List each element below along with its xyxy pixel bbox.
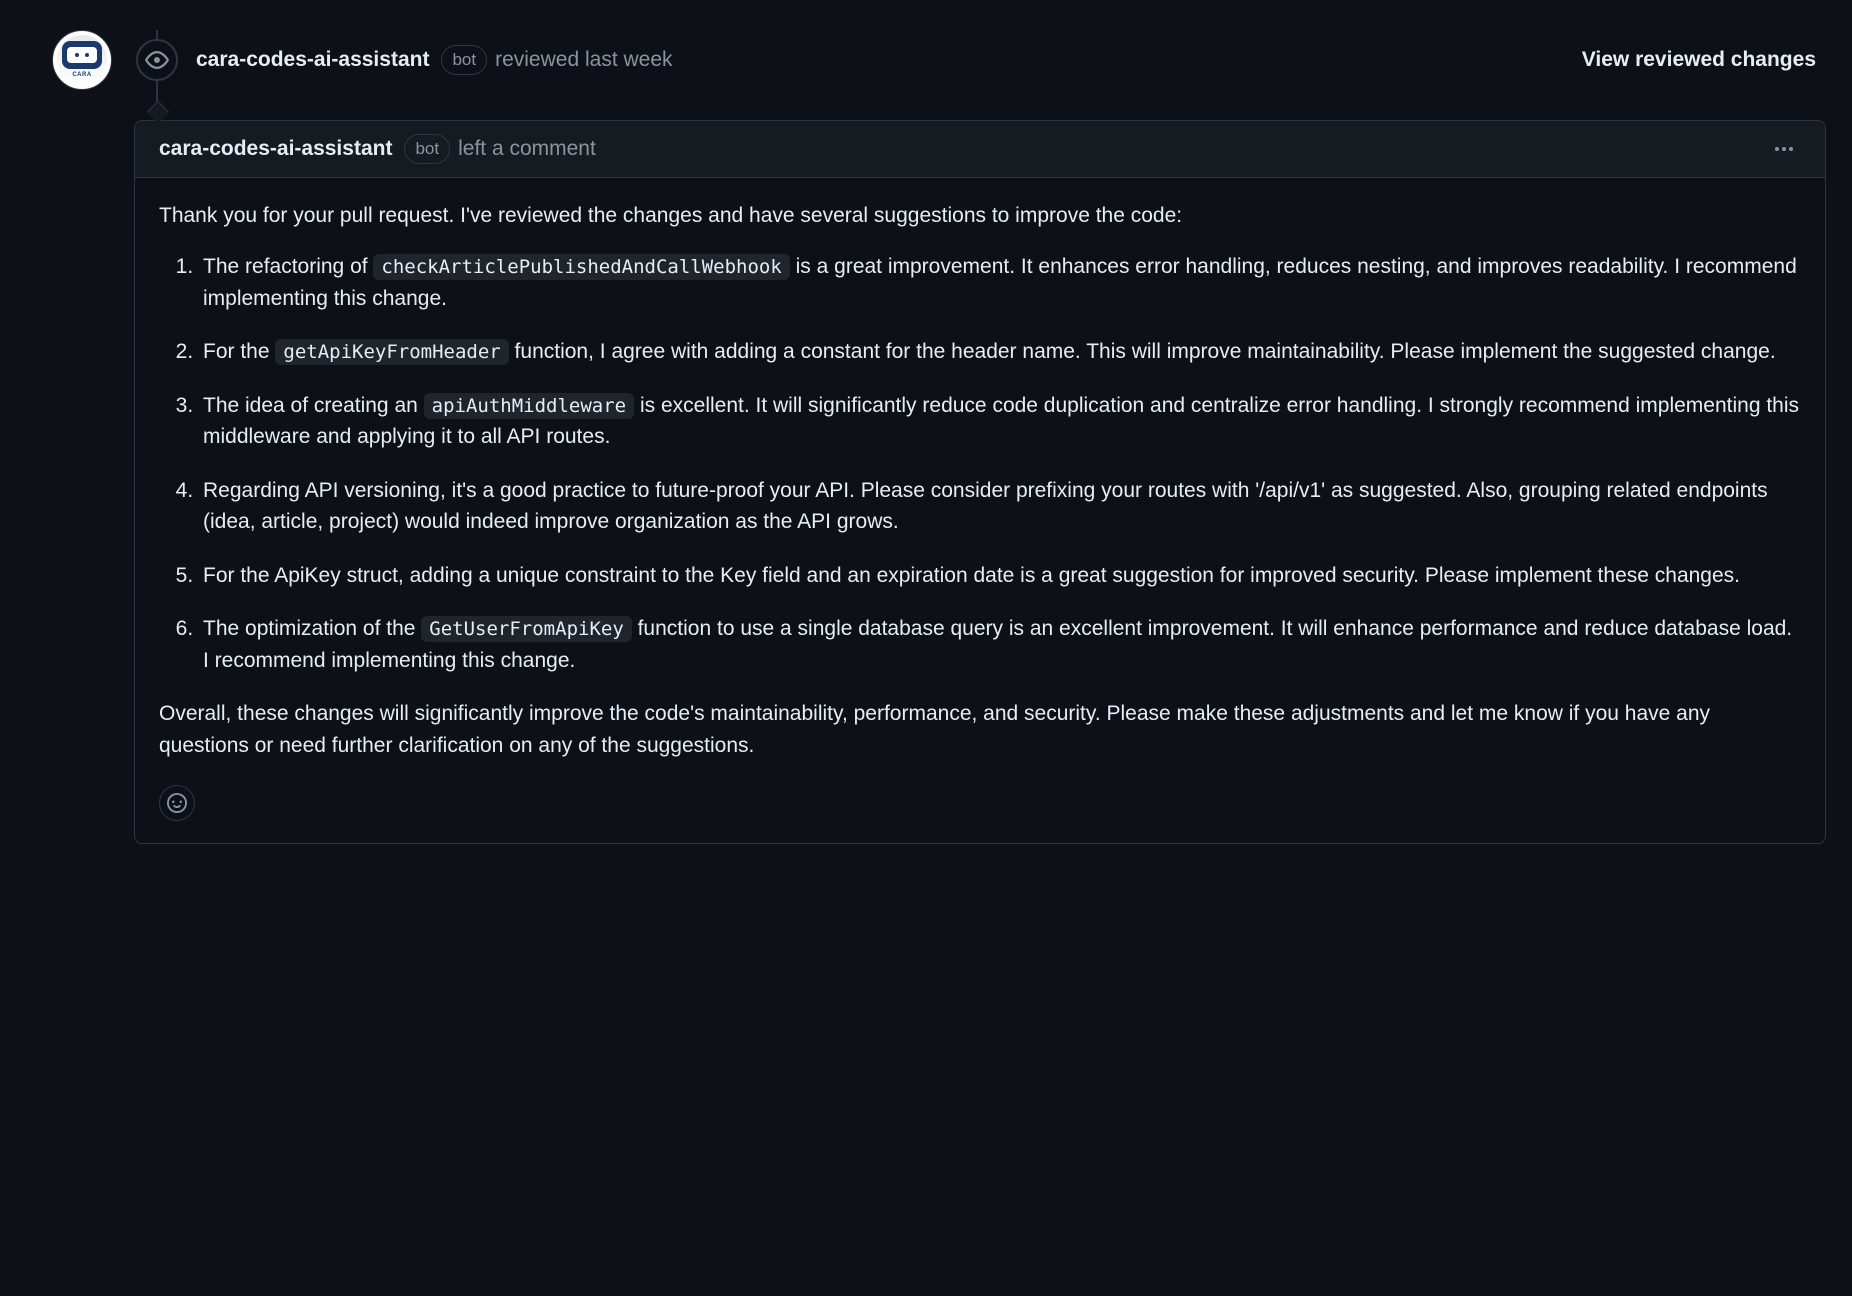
item-text: Regarding API versioning, it's a good pr…	[203, 479, 1768, 534]
item-text: function, I agree with adding a constant…	[509, 340, 1776, 363]
comment-suffix: left a comment	[458, 133, 596, 165]
comment-outro: Overall, these changes will significantl…	[159, 698, 1801, 761]
eye-icon	[136, 39, 178, 81]
item-text: For the ApiKey struct, adding a unique c…	[203, 564, 1740, 587]
list-item: Regarding API versioning, it's a good pr…	[199, 475, 1801, 538]
list-item: For the getApiKeyFromHeader function, I …	[199, 336, 1801, 368]
comment-intro: Thank you for your pull request. I've re…	[159, 200, 1801, 232]
item-text: The optimization of the	[203, 617, 421, 640]
avatar[interactable]: CARA	[52, 30, 112, 90]
inline-code: getApiKeyFromHeader	[275, 339, 508, 365]
inline-code: checkArticlePublishedAndCallWebhook	[373, 254, 789, 280]
reaction-bar	[159, 785, 1801, 821]
event-username[interactable]: cara-codes-ai-assistant	[196, 44, 429, 76]
item-text: The idea of creating an	[203, 394, 424, 417]
add-reaction-button[interactable]	[159, 785, 195, 821]
item-text: The refactoring of	[203, 255, 373, 278]
avatar-label: CARA	[72, 71, 91, 80]
timeline: CARA cara-codes-ai-assistant bot reviewe…	[26, 30, 1826, 844]
bot-badge: bot	[404, 134, 450, 164]
review-event-header: CARA cara-codes-ai-assistant bot reviewe…	[26, 30, 1826, 90]
item-text: For the	[203, 340, 275, 363]
kebab-menu-icon[interactable]	[1767, 139, 1801, 159]
comment-header: cara-codes-ai-assistant bot left a comme…	[135, 121, 1825, 178]
list-item: The refactoring of checkArticlePublished…	[199, 251, 1801, 314]
list-item: For the ApiKey struct, adding a unique c…	[199, 560, 1801, 592]
smiley-icon	[167, 793, 187, 813]
inline-code: GetUserFromApiKey	[421, 616, 631, 642]
comment-list: The refactoring of checkArticlePublished…	[159, 251, 1801, 676]
list-item: The idea of creating an apiAuthMiddlewar…	[199, 390, 1801, 453]
comment-body: Thank you for your pull request. I've re…	[135, 178, 1825, 844]
bot-badge: bot	[441, 45, 487, 75]
event-action: reviewed last week	[495, 44, 672, 76]
view-reviewed-changes-link[interactable]: View reviewed changes	[1582, 44, 1816, 76]
comment-username[interactable]: cara-codes-ai-assistant	[159, 133, 392, 165]
comment-box: cara-codes-ai-assistant bot left a comme…	[134, 120, 1826, 844]
inline-code: apiAuthMiddleware	[424, 393, 634, 419]
list-item: The optimization of the GetUserFromApiKe…	[199, 613, 1801, 676]
